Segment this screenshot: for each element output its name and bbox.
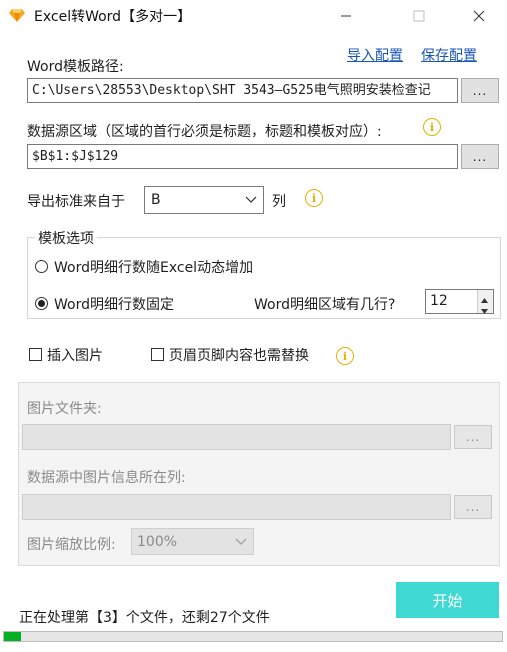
- replace-header-footer-checkbox[interactable]: [151, 348, 164, 361]
- insert-image-checkbox[interactable]: [29, 348, 42, 361]
- image-scale-select[interactable]: 100%: [131, 528, 254, 555]
- image-folder-label: 图片文件夹:: [27, 401, 102, 417]
- maximize-icon: [413, 10, 425, 21]
- detail-rows-label: Word明细区域有几行?: [254, 297, 396, 313]
- radio-dynamic-rows[interactable]: [35, 260, 48, 273]
- datasource-input[interactable]: $B$1:$J$129: [27, 144, 458, 169]
- image-scale-value: 100%: [137, 533, 178, 550]
- template-path-input[interactable]: C:\Users\28553\Desktop\SHT 3543—G525电气照明…: [27, 78, 458, 103]
- import-config-link[interactable]: 导入配置: [347, 45, 403, 65]
- chevron-down-icon: [235, 534, 247, 550]
- progress-bar: [3, 631, 503, 642]
- detail-rows-value: 12: [430, 293, 448, 309]
- datasource-label: 数据源区域（区域的首行必须是标题，标题和模板对应）:: [27, 124, 382, 140]
- window-title: Excel转Word【多对一】: [34, 9, 192, 25]
- title-bar: Excel转Word【多对一】: [0, 0, 507, 31]
- image-column-input[interactable]: [22, 494, 451, 520]
- radio-fixed-rows[interactable]: [35, 297, 48, 310]
- progress-fill: [4, 632, 22, 641]
- replace-header-footer-label[interactable]: 页眉页脚内容也需替换: [169, 345, 309, 365]
- detail-rows-spinner[interactable]: 12: [425, 289, 494, 314]
- save-config-link[interactable]: 保存配置: [421, 45, 477, 65]
- diamond-icon: [9, 7, 25, 23]
- template-options-title: 模板选项: [35, 228, 97, 248]
- minimize-button[interactable]: [323, 0, 369, 31]
- image-column-label: 数据源中图片信息所在列:: [27, 470, 186, 486]
- template-browse-button[interactable]: ...: [461, 78, 499, 103]
- image-folder-browse-button[interactable]: ...: [454, 425, 492, 449]
- radio-fixed-rows-label[interactable]: Word明细行数固定: [54, 294, 174, 314]
- maximize-button[interactable]: [396, 0, 442, 31]
- insert-image-label[interactable]: 插入图片: [47, 345, 103, 365]
- radio-dynamic-rows-label[interactable]: Word明细行数随Excel动态增加: [54, 257, 253, 277]
- start-button[interactable]: 开始: [396, 582, 499, 618]
- image-scale-label: 图片缩放比例:: [27, 537, 116, 553]
- header-footer-info-icon[interactable]: i: [336, 347, 354, 365]
- spin-down-icon[interactable]: [480, 303, 489, 319]
- export-column-suffix: 列: [272, 194, 286, 210]
- datasource-info-icon[interactable]: i: [423, 118, 441, 136]
- chevron-down-icon: [245, 192, 257, 208]
- status-text: 正在处理第【3】个文件，还剩27个文件: [19, 610, 270, 626]
- export-column-select[interactable]: B: [144, 186, 264, 214]
- export-column-value: B: [151, 192, 161, 208]
- image-folder-input[interactable]: [22, 424, 451, 450]
- template-path-label: Word模板路径:: [27, 59, 124, 75]
- image-column-browse-button[interactable]: ...: [454, 495, 492, 519]
- close-icon: [473, 10, 485, 21]
- datasource-browse-button[interactable]: ...: [461, 144, 499, 169]
- minimize-icon: [341, 15, 351, 16]
- export-info-icon[interactable]: i: [305, 189, 323, 207]
- close-button[interactable]: [456, 0, 502, 31]
- export-standard-label: 导出标准来自于: [27, 194, 125, 210]
